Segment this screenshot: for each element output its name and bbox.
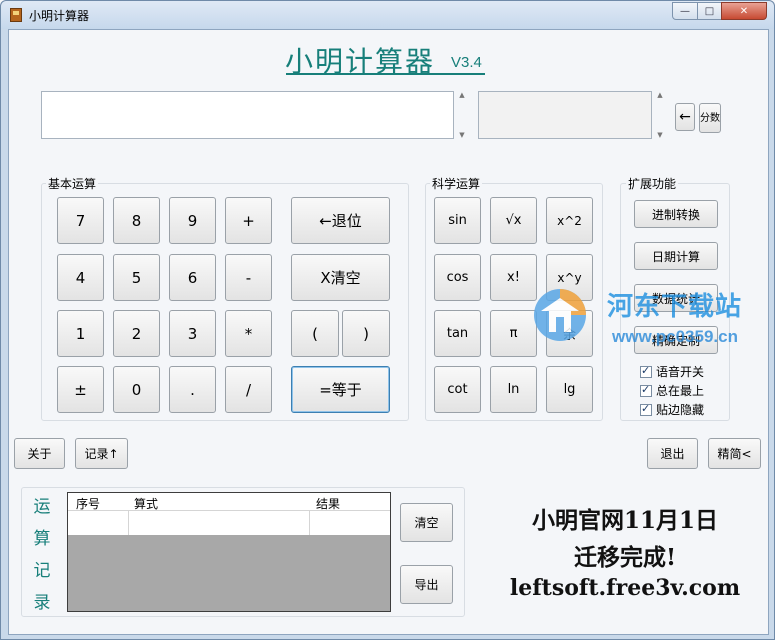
checkbox-checked-icon[interactable] — [640, 364, 652, 378]
voice-toggle-label: 语音开关 — [656, 365, 705, 379]
key-divide[interactable]: / — [225, 366, 272, 413]
column-divider — [128, 511, 129, 535]
records-clear-button[interactable]: 清空 — [400, 503, 453, 542]
key-5[interactable]: 5 — [113, 254, 160, 301]
date-calc-button[interactable]: 日期计算 — [634, 242, 718, 270]
announcement-line3: leftsoft.free3v.com — [509, 575, 741, 601]
records-title-char: 算 — [33, 529, 51, 549]
extended-label: 扩展功能 — [626, 175, 679, 192]
records-title-char: 运 — [33, 497, 51, 517]
ln-button[interactable]: ln — [490, 366, 537, 413]
maximize-button[interactable]: □ — [697, 2, 722, 20]
records-export-button[interactable]: 导出 — [400, 565, 453, 604]
left-paren-button[interactable]: ( — [291, 310, 339, 357]
fraction-button[interactable]: 分数 — [699, 103, 721, 133]
tan-button[interactable]: tan — [434, 310, 481, 357]
record-toggle-button[interactable]: 记录↑ — [75, 438, 128, 469]
title-bar[interactable]: 小明计算器 — □ ✕ — [1, 1, 774, 29]
voice-toggle[interactable]: 语音开关 — [640, 363, 704, 380]
key-1[interactable]: 1 — [57, 310, 104, 357]
square-button[interactable]: x^2 — [546, 197, 593, 244]
equals-button[interactable]: =等于 — [291, 366, 390, 413]
lg-button[interactable]: lg — [546, 366, 593, 413]
result-display[interactable] — [478, 91, 652, 139]
close-button[interactable]: ✕ — [721, 2, 767, 20]
key-plus-minus[interactable]: ± — [57, 366, 104, 413]
key-7[interactable]: 7 — [57, 197, 104, 244]
key-0[interactable]: 0 — [113, 366, 160, 413]
watermark-url: www.pc0359.cn — [612, 327, 738, 346]
column-divider — [309, 511, 310, 535]
key-6[interactable]: 6 — [169, 254, 216, 301]
key-multiply[interactable]: * — [225, 310, 272, 357]
right-paren-button[interactable]: ) — [342, 310, 390, 357]
simple-mode-button[interactable]: 精简< — [708, 438, 761, 469]
basic-ops-label: 基本运算 — [46, 175, 99, 192]
edge-hide-label: 贴边隐藏 — [656, 403, 705, 417]
records-table[interactable]: 序号 算式 结果 — [67, 492, 391, 612]
scroll-down-icon[interactable]: ▼ — [459, 131, 464, 139]
column-header-index[interactable]: 序号 — [76, 495, 100, 512]
sqrt-button[interactable]: √x — [490, 197, 537, 244]
records-title-char: 记 — [33, 561, 51, 581]
watermark-site-name: 河东下载站 — [607, 292, 743, 322]
cot-button[interactable]: cot — [434, 366, 481, 413]
minimize-button[interactable]: — — [672, 2, 698, 20]
checkbox-checked-icon[interactable] — [640, 383, 652, 397]
sin-button[interactable]: sin — [434, 197, 481, 244]
key-3[interactable]: 3 — [169, 310, 216, 357]
column-header-result[interactable]: 结果 — [316, 495, 340, 512]
scroll-down-icon[interactable]: ▼ — [657, 131, 662, 139]
app-version: V3.4 — [451, 54, 482, 71]
key-8[interactable]: 8 — [113, 197, 160, 244]
window-title: 小明计算器 — [29, 9, 90, 23]
clear-button[interactable]: X清空 — [291, 254, 390, 301]
base-convert-button[interactable]: 进制转换 — [634, 200, 718, 228]
expression-display[interactable] — [41, 91, 454, 139]
key-minus[interactable]: - — [225, 254, 272, 301]
edge-hide-toggle[interactable]: 贴边隐藏 — [640, 401, 704, 418]
key-dot[interactable]: . — [169, 366, 216, 413]
science-ops-label: 科学运算 — [430, 175, 483, 192]
key-plus[interactable]: + — [225, 197, 272, 244]
key-9[interactable]: 9 — [169, 197, 216, 244]
always-on-top-label: 总在最上 — [656, 384, 705, 398]
about-button[interactable]: 关于 — [14, 438, 65, 469]
exit-button[interactable]: 退出 — [647, 438, 698, 469]
records-header-row: 序号 算式 结果 — [68, 493, 390, 511]
checkbox-checked-icon[interactable] — [640, 402, 652, 416]
column-header-expression[interactable]: 算式 — [134, 495, 158, 512]
app-icon — [10, 8, 22, 22]
scroll-up-icon[interactable]: ▲ — [459, 91, 464, 99]
table-row[interactable] — [68, 511, 390, 535]
scroll-up-icon[interactable]: ▲ — [657, 91, 662, 99]
always-on-top-toggle[interactable]: 总在最上 — [640, 382, 704, 399]
arrow-left-button[interactable]: ← — [675, 103, 695, 131]
watermark-logo-icon — [534, 289, 586, 341]
title-underline — [286, 73, 485, 75]
key-4[interactable]: 4 — [57, 254, 104, 301]
cos-button[interactable]: cos — [434, 254, 481, 301]
key-2[interactable]: 2 — [113, 310, 160, 357]
records-title-char: 录 — [33, 593, 51, 613]
announcement-line2: 迁移完成! — [573, 544, 677, 571]
result-scroll-spinner[interactable]: ▲ ▼ — [654, 91, 666, 139]
backspace-button[interactable]: ←退位 — [291, 197, 390, 244]
announcement-line1: 小明官网11月1日 — [531, 507, 718, 534]
expression-scroll-spinner[interactable]: ▲ ▼ — [456, 91, 468, 139]
